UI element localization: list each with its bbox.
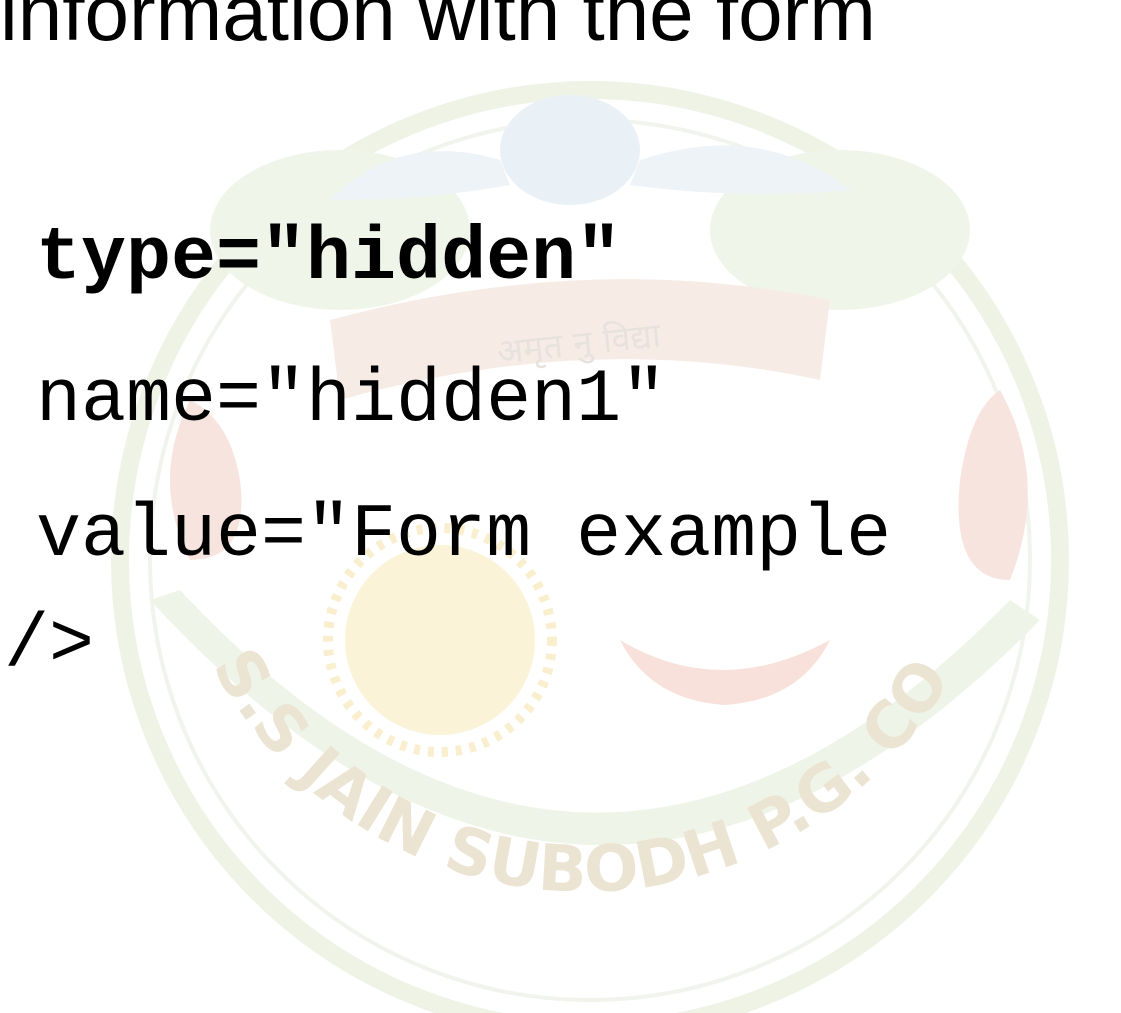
code-line-value: value="Form example <box>36 493 892 578</box>
seal-lamp <box>620 640 830 705</box>
seal-ornament-right <box>958 390 1028 580</box>
slide: अमृत नु विद्या S.S JAIN SUBODH P.G. COLL… <box>0 0 1121 1013</box>
seal-ring-text: S.S JAIN SUBODH P.G. COLLEGE <box>0 0 965 908</box>
code-line-name: name="hidden1" <box>36 358 667 443</box>
code-line-close-tag: /> <box>4 603 95 688</box>
seal-bird-body <box>500 95 640 205</box>
code-line-type: type="hidden" <box>36 216 622 301</box>
slide-heading: information with the form <box>0 0 876 57</box>
